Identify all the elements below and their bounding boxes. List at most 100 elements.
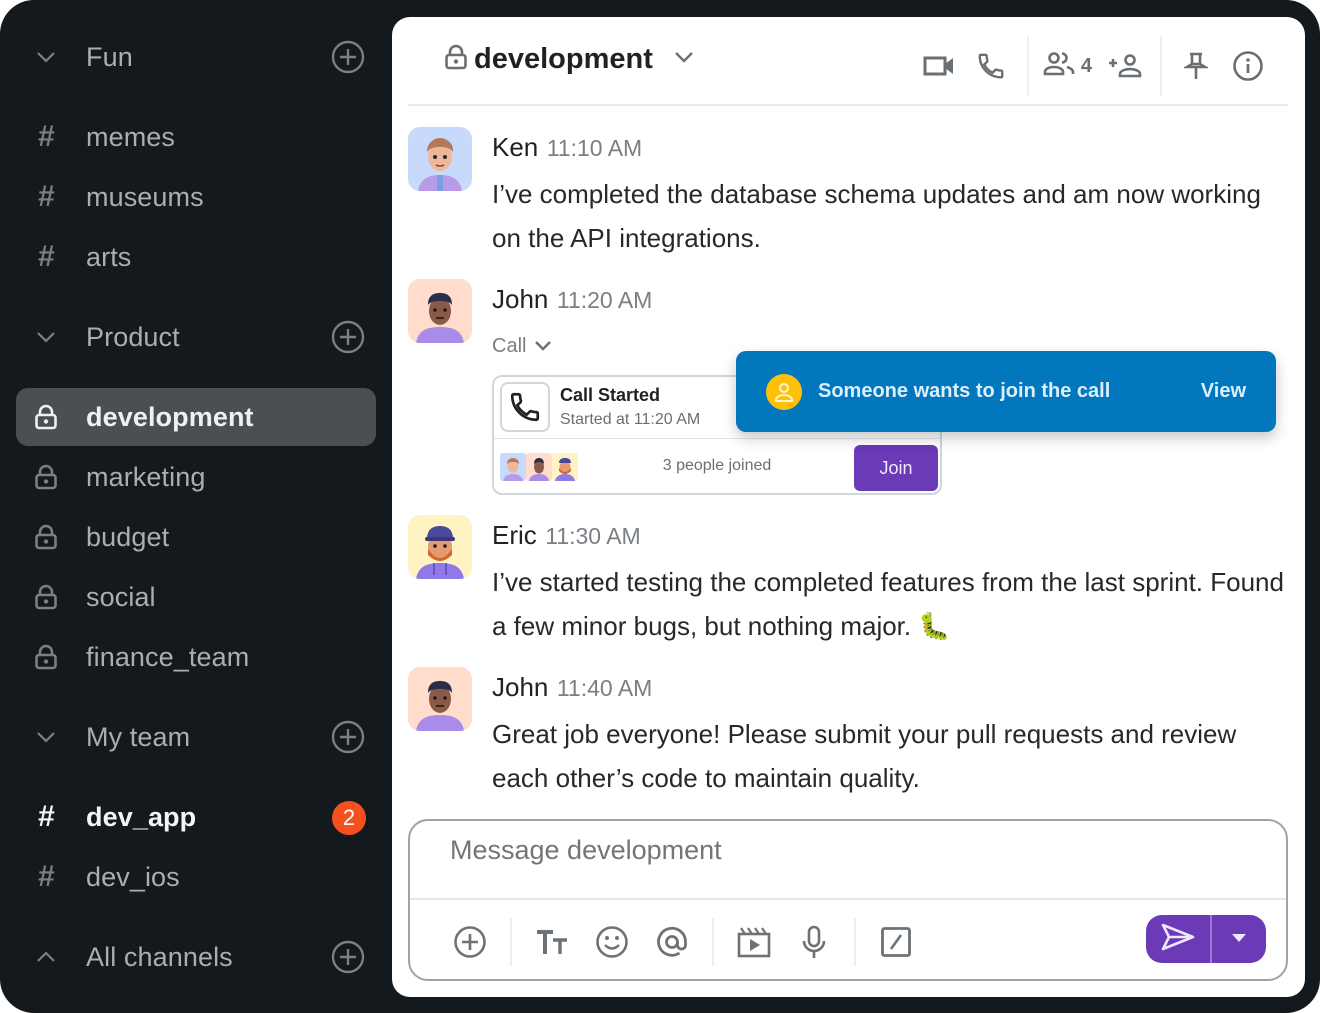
divider (854, 918, 856, 966)
channel-label: museums (86, 181, 204, 212)
message-text: I’ve started testing the completed featu… (492, 567, 1284, 641)
send-icon (1160, 922, 1196, 957)
add-channel-icon[interactable] (330, 939, 366, 975)
add-channel-icon[interactable] (330, 319, 366, 355)
timestamp: 11:20 AM (556, 287, 653, 313)
sidebar-item-dev-app[interactable]: # dev_app 2 (16, 788, 376, 846)
section-my-team[interactable]: My team (16, 708, 376, 766)
section-product[interactable]: Product (16, 308, 376, 366)
lock-icon (16, 524, 76, 550)
lock-icon (16, 584, 76, 610)
divider (410, 898, 1286, 900)
lock-icon (16, 464, 76, 490)
person-icon (766, 373, 802, 410)
call-toggle[interactable]: Call (492, 335, 552, 358)
call-subtitle: Started at 11:20 AM (560, 411, 701, 428)
message-meta: Ken 11:10 AM (492, 132, 642, 163)
channel-label: arts (86, 241, 132, 272)
author-name[interactable]: Ken (492, 132, 538, 162)
message-meta: Eric 11:30 AM (492, 520, 641, 551)
send-button[interactable] (1146, 915, 1212, 963)
chevron-up-icon (16, 950, 76, 964)
info-icon[interactable] (1228, 46, 1268, 86)
unread-badge: 2 (332, 801, 366, 835)
add-channel-icon[interactable] (330, 719, 366, 755)
mention-icon[interactable] (652, 922, 692, 962)
add-channel-icon[interactable] (330, 39, 366, 75)
members-icon (1043, 51, 1075, 82)
message-meta: John 11:20 AM (492, 284, 652, 315)
timestamp: 11:10 AM (546, 135, 643, 161)
caret-down-icon (1231, 930, 1247, 948)
sidebar-item-budget[interactable]: budget (16, 508, 376, 566)
sidebar-item-marketing[interactable]: marketing (16, 448, 376, 506)
message-text: I’ve completed the database schema updat… (492, 179, 1261, 253)
divider (712, 918, 714, 966)
chevron-down-icon (16, 730, 76, 744)
formatting-icon[interactable] (532, 922, 572, 962)
message-meta: John 11:40 AM (492, 672, 652, 703)
add-member-icon[interactable] (1106, 46, 1146, 86)
hash-icon: # (37, 120, 55, 153)
author-name[interactable]: John (492, 672, 548, 702)
emoji-icon[interactable] (592, 922, 632, 962)
member-count: 4 (1080, 54, 1092, 77)
join-request-toast: Someone wants to join the call View (736, 351, 1276, 432)
channel-header: development 4 (408, 17, 1288, 106)
author-name[interactable]: Eric (492, 520, 537, 550)
toast-message: Someone wants to join the call (818, 380, 1111, 402)
divider (1026, 36, 1029, 96)
video-icon[interactable] (917, 46, 961, 86)
hash-icon: # (37, 180, 55, 213)
call-title: Call Started (560, 385, 661, 405)
sidebar-item-memes[interactable]: # memes (16, 108, 376, 166)
channel-label: dev_app (86, 801, 197, 832)
message-text: Great job everyone! Please submit your p… (492, 719, 1237, 793)
chevron-down-icon (534, 335, 552, 358)
sidebar-item-development[interactable]: development (16, 388, 376, 446)
avatar[interactable] (408, 279, 472, 343)
pin-icon[interactable] (1176, 46, 1216, 86)
divider (510, 918, 512, 966)
sidebar-item-finance-team[interactable]: finance_team (16, 628, 376, 686)
send-button-group (1146, 915, 1266, 963)
channel-label: finance_team (86, 641, 250, 672)
divider (1160, 36, 1162, 96)
sidebar-item-museums[interactable]: # museums (16, 168, 376, 226)
join-call-button[interactable]: Join (854, 445, 938, 491)
send-options-button[interactable] (1212, 915, 1266, 963)
chevron-down-icon (16, 50, 76, 64)
chevron-down-icon (16, 330, 76, 344)
microphone-icon[interactable] (794, 922, 834, 962)
section-all-channels[interactable]: All channels (16, 928, 376, 986)
channel-title[interactable]: development (444, 43, 695, 76)
channel-view: development 4 Ken 11:10 AM I’ve complete… (392, 17, 1305, 997)
sidebar-item-arts[interactable]: # arts (16, 228, 376, 286)
avatar[interactable] (408, 127, 472, 191)
chevron-down-icon[interactable] (673, 50, 695, 69)
attach-icon[interactable] (450, 922, 490, 962)
channel-label: marketing (86, 461, 206, 492)
avatar[interactable] (408, 667, 472, 731)
channel-label: budget (86, 521, 170, 552)
hash-icon: # (37, 860, 55, 893)
sidebar-item-social[interactable]: social (16, 568, 376, 626)
avatar[interactable] (408, 515, 472, 579)
hash-icon: # (37, 240, 55, 273)
sidebar-item-dev-ios[interactable]: # dev_ios (16, 848, 376, 906)
phone-icon[interactable] (969, 46, 1013, 86)
members-button[interactable]: 4 (1043, 46, 1092, 86)
slash-command-icon[interactable] (876, 922, 916, 962)
lock-icon (16, 404, 76, 430)
channel-label: dev_ios (86, 861, 180, 892)
channel-label: development (86, 401, 254, 432)
author-name[interactable]: John (492, 284, 548, 314)
lock-icon (16, 644, 76, 670)
view-button[interactable]: View (1201, 380, 1246, 403)
message-input[interactable] (450, 835, 1210, 866)
lock-icon (444, 44, 468, 75)
video-clip-icon[interactable] (734, 922, 774, 962)
header-actions: 4 (917, 36, 1268, 96)
section-fun[interactable]: Fun (16, 28, 376, 86)
channel-label: memes (86, 121, 176, 152)
